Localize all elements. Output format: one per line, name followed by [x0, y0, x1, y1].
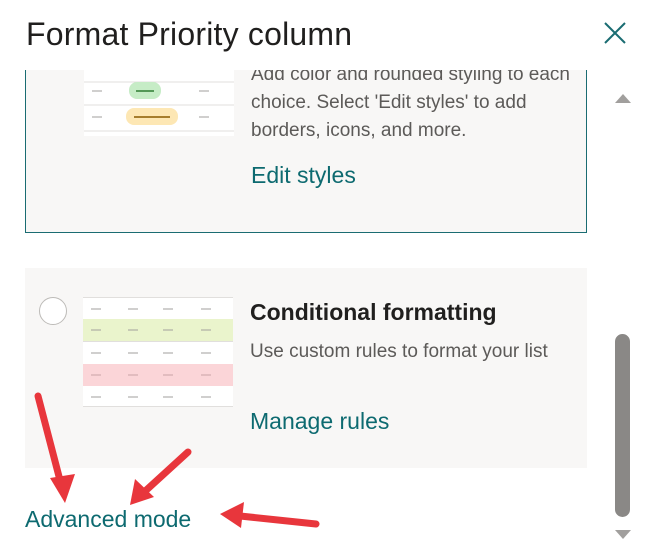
advanced-mode-link[interactable]: Advanced mode — [25, 506, 191, 533]
options-list: Add color and rounded styling to each ch… — [0, 70, 606, 555]
close-button[interactable] — [600, 18, 630, 48]
close-icon — [604, 22, 626, 44]
option-card-conditional-formatting[interactable]: Conditional formatting Use custom rules … — [25, 268, 587, 468]
scroll-down-icon[interactable] — [615, 530, 631, 539]
scrollbar[interactable] — [608, 82, 638, 545]
scrollbar-thumb[interactable] — [615, 334, 630, 517]
conditional-formatting-radio[interactable] — [39, 297, 67, 325]
option-card-color-styling[interactable]: Add color and rounded styling to each ch… — [25, 70, 587, 233]
edit-styles-link[interactable]: Edit styles — [251, 162, 356, 189]
option-description: Use custom rules to format your list — [250, 341, 548, 362]
choice-pills-preview-icon — [84, 70, 234, 136]
option-description: Add color and rounded styling to each ch… — [251, 70, 570, 141]
scroll-up-icon[interactable] — [615, 94, 631, 103]
conditional-rows-preview-icon — [83, 297, 233, 407]
option-title: Conditional formatting — [250, 299, 497, 325]
page-title: Format Priority column — [26, 16, 353, 52]
manage-rules-link[interactable]: Manage rules — [250, 408, 389, 435]
